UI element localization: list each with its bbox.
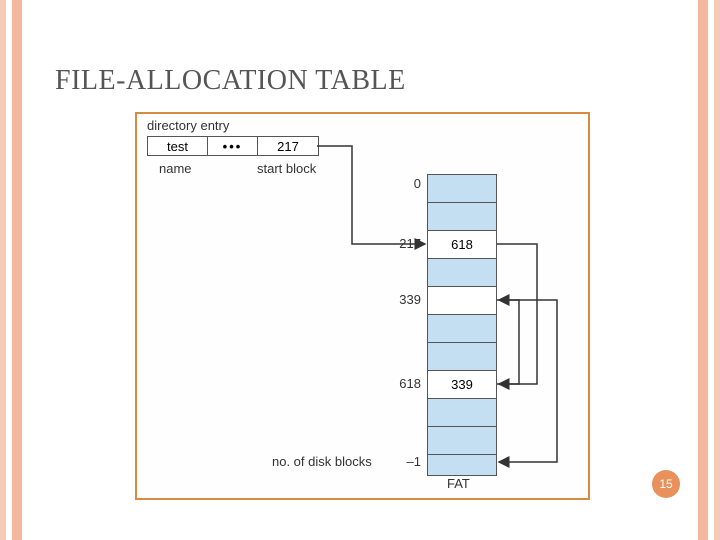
fat-diagram: directory entry test ••• 217 name start … [135, 112, 590, 500]
fat-row-end [428, 455, 496, 475]
fat-row-gap6 [428, 427, 496, 455]
dir-cell-start-block: 217 [258, 137, 318, 155]
dir-sublabel-start-block: start block [257, 161, 316, 176]
fat-index-217: 217 [381, 236, 421, 251]
decor-stripe-right-outer [714, 0, 720, 540]
fat-row-gap4 [428, 343, 496, 371]
page-title: FILE-ALLOCATION TABLE [55, 65, 406, 97]
fat-row-gap5 [428, 399, 496, 427]
decor-stripe-left-outer [0, 0, 6, 540]
fat-row-0 [428, 175, 496, 203]
fat-caption: FAT [447, 476, 470, 491]
decor-stripe-left-inner [12, 0, 22, 540]
no-of-disk-blocks-label: no. of disk blocks [272, 454, 372, 469]
dir-cell-name: test [148, 137, 208, 155]
fat-index-0: 0 [381, 176, 421, 191]
fat-index-end: –1 [381, 454, 421, 469]
fat-row-618-value: 339 [428, 371, 496, 399]
fat-table: 618 339 [427, 174, 497, 476]
dir-cell-ellipsis: ••• [208, 137, 258, 155]
fat-row-gap1 [428, 203, 496, 231]
directory-entry-row: test ••• 217 [147, 136, 319, 156]
page-number-badge: 15 [652, 470, 680, 498]
fat-row-gap2 [428, 259, 496, 287]
fat-row-217-value: 618 [428, 231, 496, 259]
dir-sublabel-name: name [159, 161, 192, 176]
arrows-overlay [137, 114, 592, 502]
fat-index-618: 618 [381, 376, 421, 391]
decor-stripe-right-inner [698, 0, 708, 540]
fat-index-339: 339 [381, 292, 421, 307]
fat-row-339-value [428, 287, 496, 315]
directory-entry-label: directory entry [147, 118, 229, 133]
fat-row-gap3 [428, 315, 496, 343]
